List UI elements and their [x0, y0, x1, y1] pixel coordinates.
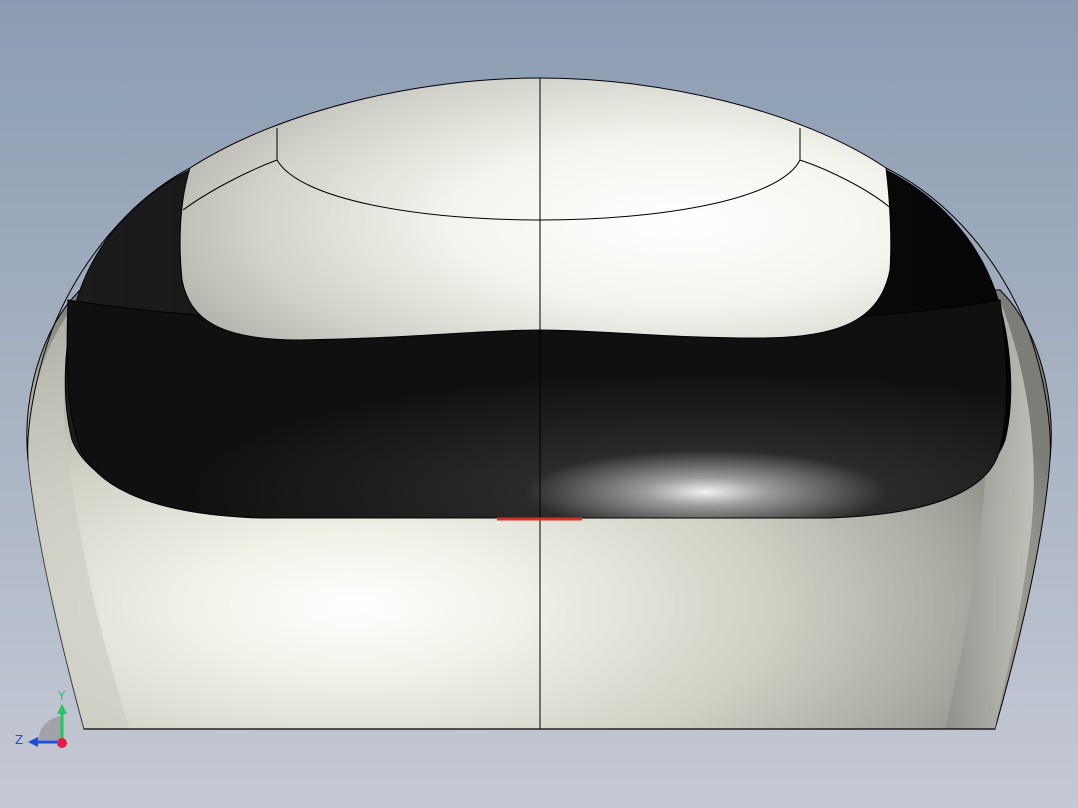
triad-z-label: Z: [15, 733, 23, 747]
graphics-viewport[interactable]: Y Z: [0, 0, 1078, 808]
visor-glass[interactable]: [66, 299, 1008, 519]
model-view[interactable]: Y Z: [0, 0, 1078, 808]
triad-origin-icon: [57, 738, 67, 748]
triad-y-label: Y: [57, 689, 66, 703]
